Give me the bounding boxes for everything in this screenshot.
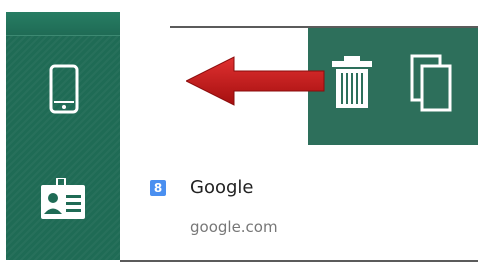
sidebar-top-bar [6,12,120,36]
copy-icon[interactable] [410,54,454,112]
trash-icon[interactable] [330,54,374,110]
result-url: google.com [190,218,278,236]
result-title: Google [190,177,254,198]
search-result-item[interactable]: 8 Google google.com [120,146,478,262]
left-arrow-icon [186,55,326,107]
bottom-divider [120,260,478,262]
phone-icon[interactable] [49,64,79,114]
sidebar [6,12,120,260]
google-favicon-icon: 8 [150,180,166,196]
contact-card-icon[interactable] [40,178,86,220]
